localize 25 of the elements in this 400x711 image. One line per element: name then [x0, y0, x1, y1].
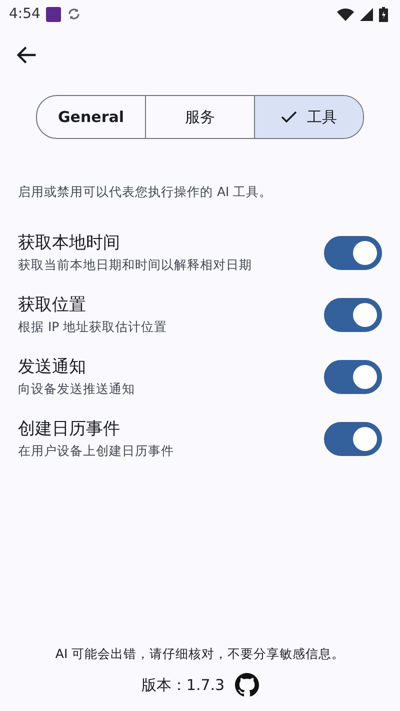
app-notification-icon [46, 6, 62, 22]
tool-subtitle: 获取当前本地日期和时间以解释相对日期 [18, 257, 253, 274]
github-icon[interactable] [234, 673, 259, 697]
tool-subtitle: 根据 IP 地址获取估计位置 [18, 319, 168, 336]
signal-icon [360, 8, 373, 20]
tab[interactable]: General [37, 96, 145, 138]
toggle-switch[interactable] [324, 298, 382, 332]
tool-subtitle: 向设备发送推送通知 [18, 381, 136, 398]
tool-title: 发送通知 [18, 356, 87, 378]
tool-title: 获取位置 [18, 294, 87, 316]
toggle-switch[interactable] [324, 236, 382, 270]
description-text: 启用或禁用可以代表您执行操作的 AI 工具。 [18, 184, 274, 201]
wifi-icon [337, 8, 354, 20]
tool-title: 获取本地时间 [18, 232, 121, 254]
tool-title: 创建日历事件 [18, 418, 121, 440]
check-icon [281, 111, 297, 123]
tab[interactable]: 工具 [254, 96, 363, 138]
sync-icon [67, 7, 82, 21]
version-text: 版本：1.7.3 [141, 676, 225, 694]
toggle-switch[interactable] [324, 360, 382, 394]
battery-icon [379, 6, 388, 22]
tool-subtitle: 在用户设备上创建日历事件 [18, 443, 175, 460]
toggle-switch[interactable] [324, 422, 382, 456]
disclaimer-text: AI 可能会出错，请仔细核对，不要分享敏感信息。 [55, 646, 345, 663]
status-time: 4:54 [9, 6, 40, 22]
